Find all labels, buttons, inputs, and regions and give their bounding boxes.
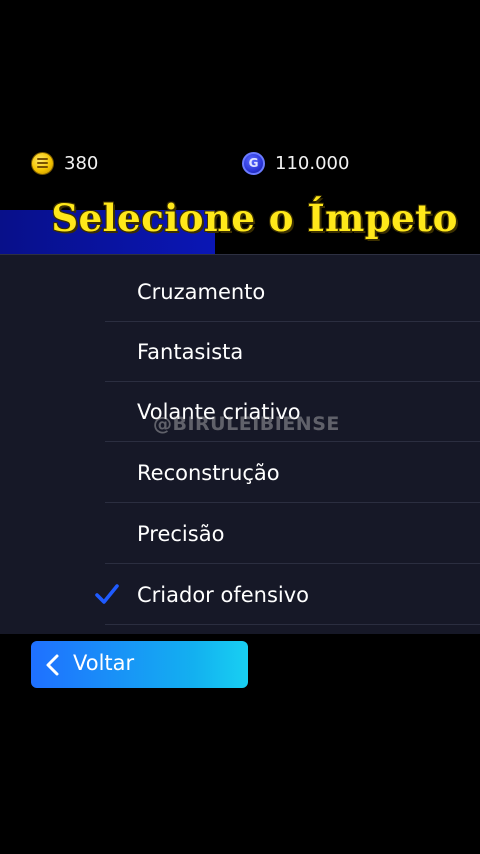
back-button-label: Voltar: [73, 651, 135, 675]
options-list: Cruzamento Fantasista Volante criativo R…: [0, 254, 480, 634]
coins-balance: 380: [31, 150, 98, 176]
list-item-option-1[interactable]: Cruzamento: [105, 262, 480, 322]
option-label: Criador ofensivo: [137, 582, 310, 607]
back-button[interactable]: Voltar: [31, 641, 248, 688]
chevron-left-icon: [46, 654, 59, 676]
coins-value: 380: [64, 152, 99, 174]
gp-coin-symbol: G: [248, 156, 259, 170]
list-item-option-6-selected[interactable]: Criador ofensivo: [95, 565, 480, 625]
list-item-option-4[interactable]: Reconstrução: [105, 443, 480, 503]
checkmark-icon: [95, 584, 119, 604]
gp-coin-icon: G: [242, 151, 265, 175]
list-divider: [0, 254, 480, 255]
list-item-option-2[interactable]: Fantasista: [105, 322, 480, 382]
option-label: Fantasista: [137, 339, 244, 364]
gp-value: 110.000: [275, 152, 350, 174]
page-title: Selecione o Ímpeto: [51, 196, 458, 240]
option-label: Precisão: [137, 521, 225, 546]
list-item-option-5[interactable]: Precisão: [105, 504, 480, 564]
option-label: Cruzamento: [137, 279, 266, 304]
watermark-text: @BIRULEIBIENSE: [153, 413, 340, 435]
gp-balance: G 110.000: [242, 150, 349, 176]
gold-coin-icon: [31, 151, 54, 175]
option-label: Reconstrução: [137, 460, 280, 485]
